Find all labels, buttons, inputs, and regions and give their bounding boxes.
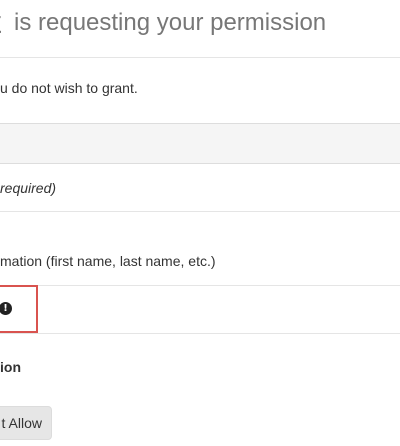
divider: [0, 333, 400, 334]
section-header-band: [0, 123, 400, 164]
permission-header: t is requesting your permission: [0, 0, 400, 56]
profile-info-item: mation (first name, last name, etc.): [0, 253, 216, 269]
required-note: required): [0, 180, 57, 196]
intro-text: u do not wish to grant.: [0, 80, 138, 96]
divider: [0, 57, 400, 58]
divider: [0, 285, 400, 286]
divider: [0, 211, 400, 212]
section-heading: ion: [0, 359, 21, 375]
exclamation-circle-icon[interactable]: !: [0, 302, 12, 315]
warning-highlight-box[interactable]: !: [0, 285, 38, 333]
app-name: t: [0, 2, 1, 42]
page-title: is requesting your permission: [14, 9, 327, 36]
allow-button[interactable]: t Allow: [0, 406, 52, 440]
